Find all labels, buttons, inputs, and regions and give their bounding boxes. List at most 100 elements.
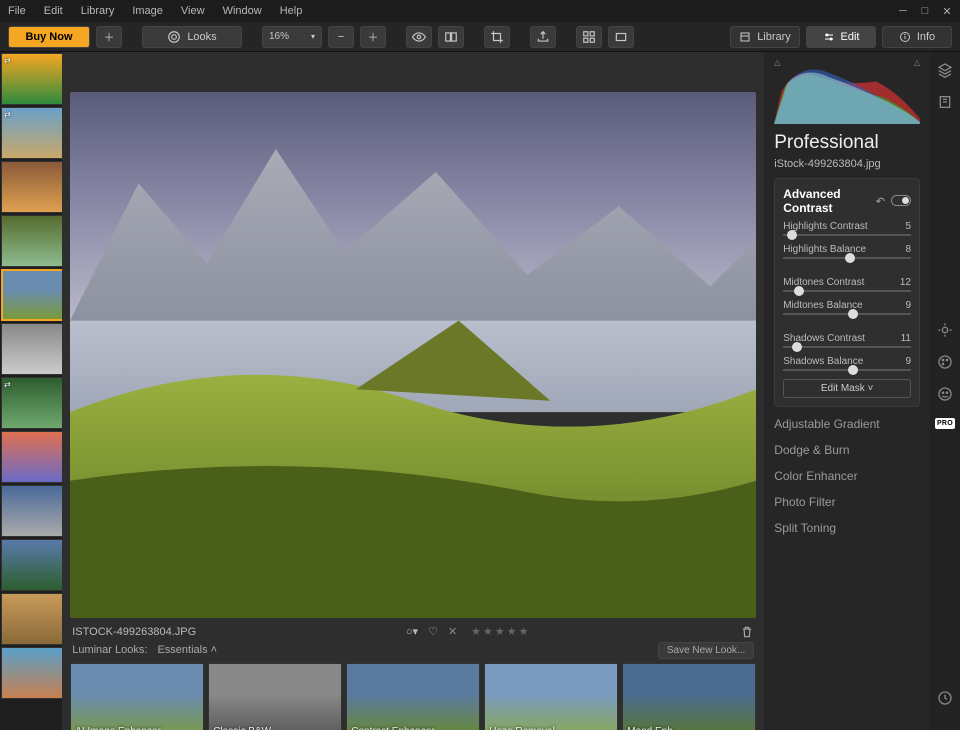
tool-split-toning[interactable]: Split Toning: [774, 521, 920, 535]
thumbnail[interactable]: [1, 215, 62, 267]
menu-image[interactable]: Image: [132, 5, 163, 17]
single-icon: [614, 30, 628, 44]
mode-edit-button[interactable]: Edit: [806, 26, 876, 48]
buy-now-button[interactable]: Buy Now: [8, 26, 90, 48]
color-label-button[interactable]: ○▾: [406, 625, 418, 638]
card-toggle[interactable]: [891, 195, 911, 206]
looks-button[interactable]: Looks: [142, 26, 242, 48]
slider-track[interactable]: [783, 234, 911, 236]
looks-category-select[interactable]: Essentials ˄: [157, 644, 217, 656]
history-icon[interactable]: [937, 690, 953, 706]
light-category-icon[interactable]: [937, 322, 953, 338]
looks-strip[interactable]: AI Image Enhancer Classic B&W Contrast E…: [62, 659, 764, 730]
compare-icon: [444, 30, 458, 44]
tool-dodge-burn[interactable]: Dodge & Burn: [774, 443, 920, 457]
thumbnail[interactable]: [1, 593, 62, 645]
main-image: [70, 92, 756, 618]
maximize-icon[interactable]: □: [920, 6, 930, 16]
look-label: Classic B&W: [213, 726, 271, 730]
menu-file[interactable]: File: [8, 5, 26, 17]
thumbnail[interactable]: [1, 485, 62, 537]
zoom-out-button[interactable]: −: [328, 26, 354, 48]
histogram[interactable]: △ △: [774, 60, 920, 124]
tool-adjustable-gradient[interactable]: Adjustable Gradient: [774, 417, 920, 431]
look-preset[interactable]: Mood Enh: [622, 663, 756, 730]
shadow-clip-icon[interactable]: △: [774, 58, 780, 67]
slider-thumb[interactable]: [787, 230, 797, 240]
color-category-icon[interactable]: [937, 354, 953, 370]
category-icon-column: PRO: [930, 52, 960, 730]
thumbnail[interactable]: ⇄: [1, 107, 62, 159]
edit-mask-button[interactable]: Edit Mask ˅: [783, 379, 911, 398]
menu-edit[interactable]: Edit: [44, 5, 63, 17]
slider-track[interactable]: [783, 369, 911, 371]
menu-library[interactable]: Library: [81, 5, 115, 17]
look-preset[interactable]: Classic B&W: [208, 663, 342, 730]
slider-midtones-balance[interactable]: Midtones Balance9: [783, 300, 911, 315]
single-view-button[interactable]: [608, 26, 634, 48]
crop-button[interactable]: [484, 26, 510, 48]
thumbnail[interactable]: [1, 323, 62, 375]
thumbnail[interactable]: [1, 647, 62, 699]
add-button[interactable]: ＋: [96, 26, 122, 48]
grid-view-button[interactable]: [576, 26, 602, 48]
image-filename: ISTOCK-499263804.JPG: [72, 626, 196, 638]
slider-thumb[interactable]: [848, 365, 858, 375]
image-canvas[interactable]: [70, 92, 756, 618]
slider-value: 9: [905, 300, 911, 311]
highlight-clip-icon[interactable]: △: [914, 58, 920, 67]
thumbnail[interactable]: ⇄: [1, 377, 62, 429]
menubar: File Edit Library Image View Window Help…: [0, 0, 960, 22]
menu-window[interactable]: Window: [223, 5, 262, 17]
slider-thumb[interactable]: [848, 309, 858, 319]
slider-highlights-contrast[interactable]: Highlights Contrast5: [783, 221, 911, 236]
compare-button[interactable]: [438, 26, 464, 48]
mode-info-button[interactable]: Info: [882, 26, 952, 48]
filmstrip[interactable]: ⇄ ⇄ ⇄: [0, 52, 62, 730]
zoom-select[interactable]: 16% ▾: [262, 26, 322, 48]
export-button[interactable]: [530, 26, 556, 48]
reject-button[interactable]: ✕: [448, 625, 457, 638]
trash-button[interactable]: [740, 625, 754, 639]
slider-track[interactable]: [783, 346, 911, 348]
slider-thumb[interactable]: [792, 342, 802, 352]
reset-button[interactable]: ↶: [876, 195, 885, 208]
zoom-in-button[interactable]: ＋: [360, 26, 386, 48]
share-icon: [536, 30, 550, 44]
look-preset[interactable]: AI Image Enhancer: [70, 663, 204, 730]
thumbnail[interactable]: [1, 539, 62, 591]
essentials-category-icon[interactable]: [937, 94, 953, 110]
favorite-button[interactable]: ♡: [428, 625, 438, 638]
thumbnail[interactable]: [1, 161, 62, 213]
slider-thumb[interactable]: [845, 253, 855, 263]
thumbnail[interactable]: ⇄: [1, 53, 62, 105]
slider-thumb[interactable]: [794, 286, 804, 296]
slider-shadows-contrast[interactable]: Shadows Contrast11: [783, 333, 911, 348]
mode-library-button[interactable]: Library: [730, 26, 800, 48]
slider-track[interactable]: [783, 313, 911, 315]
tool-photo-filter[interactable]: Photo Filter: [774, 495, 920, 509]
slider-track[interactable]: [783, 257, 911, 259]
rating-stars[interactable]: ★★★★★: [471, 625, 530, 638]
slider-track[interactable]: [783, 290, 911, 292]
thumbnail-selected[interactable]: [1, 269, 62, 321]
slider-value: 12: [900, 277, 911, 288]
tool-color-enhancer[interactable]: Color Enhancer: [774, 469, 920, 483]
minimize-icon[interactable]: ─: [898, 6, 908, 16]
grid-icon: [582, 30, 596, 44]
menu-view[interactable]: View: [181, 5, 205, 17]
look-preset[interactable]: Contrast Enhancer: [346, 663, 480, 730]
pro-category-badge[interactable]: PRO: [935, 418, 955, 429]
looks-icon: [167, 30, 181, 44]
menu-help[interactable]: Help: [280, 5, 303, 17]
slider-highlights-balance[interactable]: Highlights Balance8: [783, 244, 911, 259]
layers-category-icon[interactable]: [937, 62, 953, 78]
look-preset[interactable]: Haze Removal: [484, 663, 618, 730]
slider-shadows-balance[interactable]: Shadows Balance9: [783, 356, 911, 371]
preview-eye-button[interactable]: [406, 26, 432, 48]
thumbnail[interactable]: [1, 431, 62, 483]
close-icon[interactable]: ✕: [942, 6, 952, 16]
slider-midtones-contrast[interactable]: Midtones Contrast12: [783, 277, 911, 292]
creative-category-icon[interactable]: [937, 386, 953, 402]
save-look-button[interactable]: Save New Look...: [658, 642, 754, 659]
